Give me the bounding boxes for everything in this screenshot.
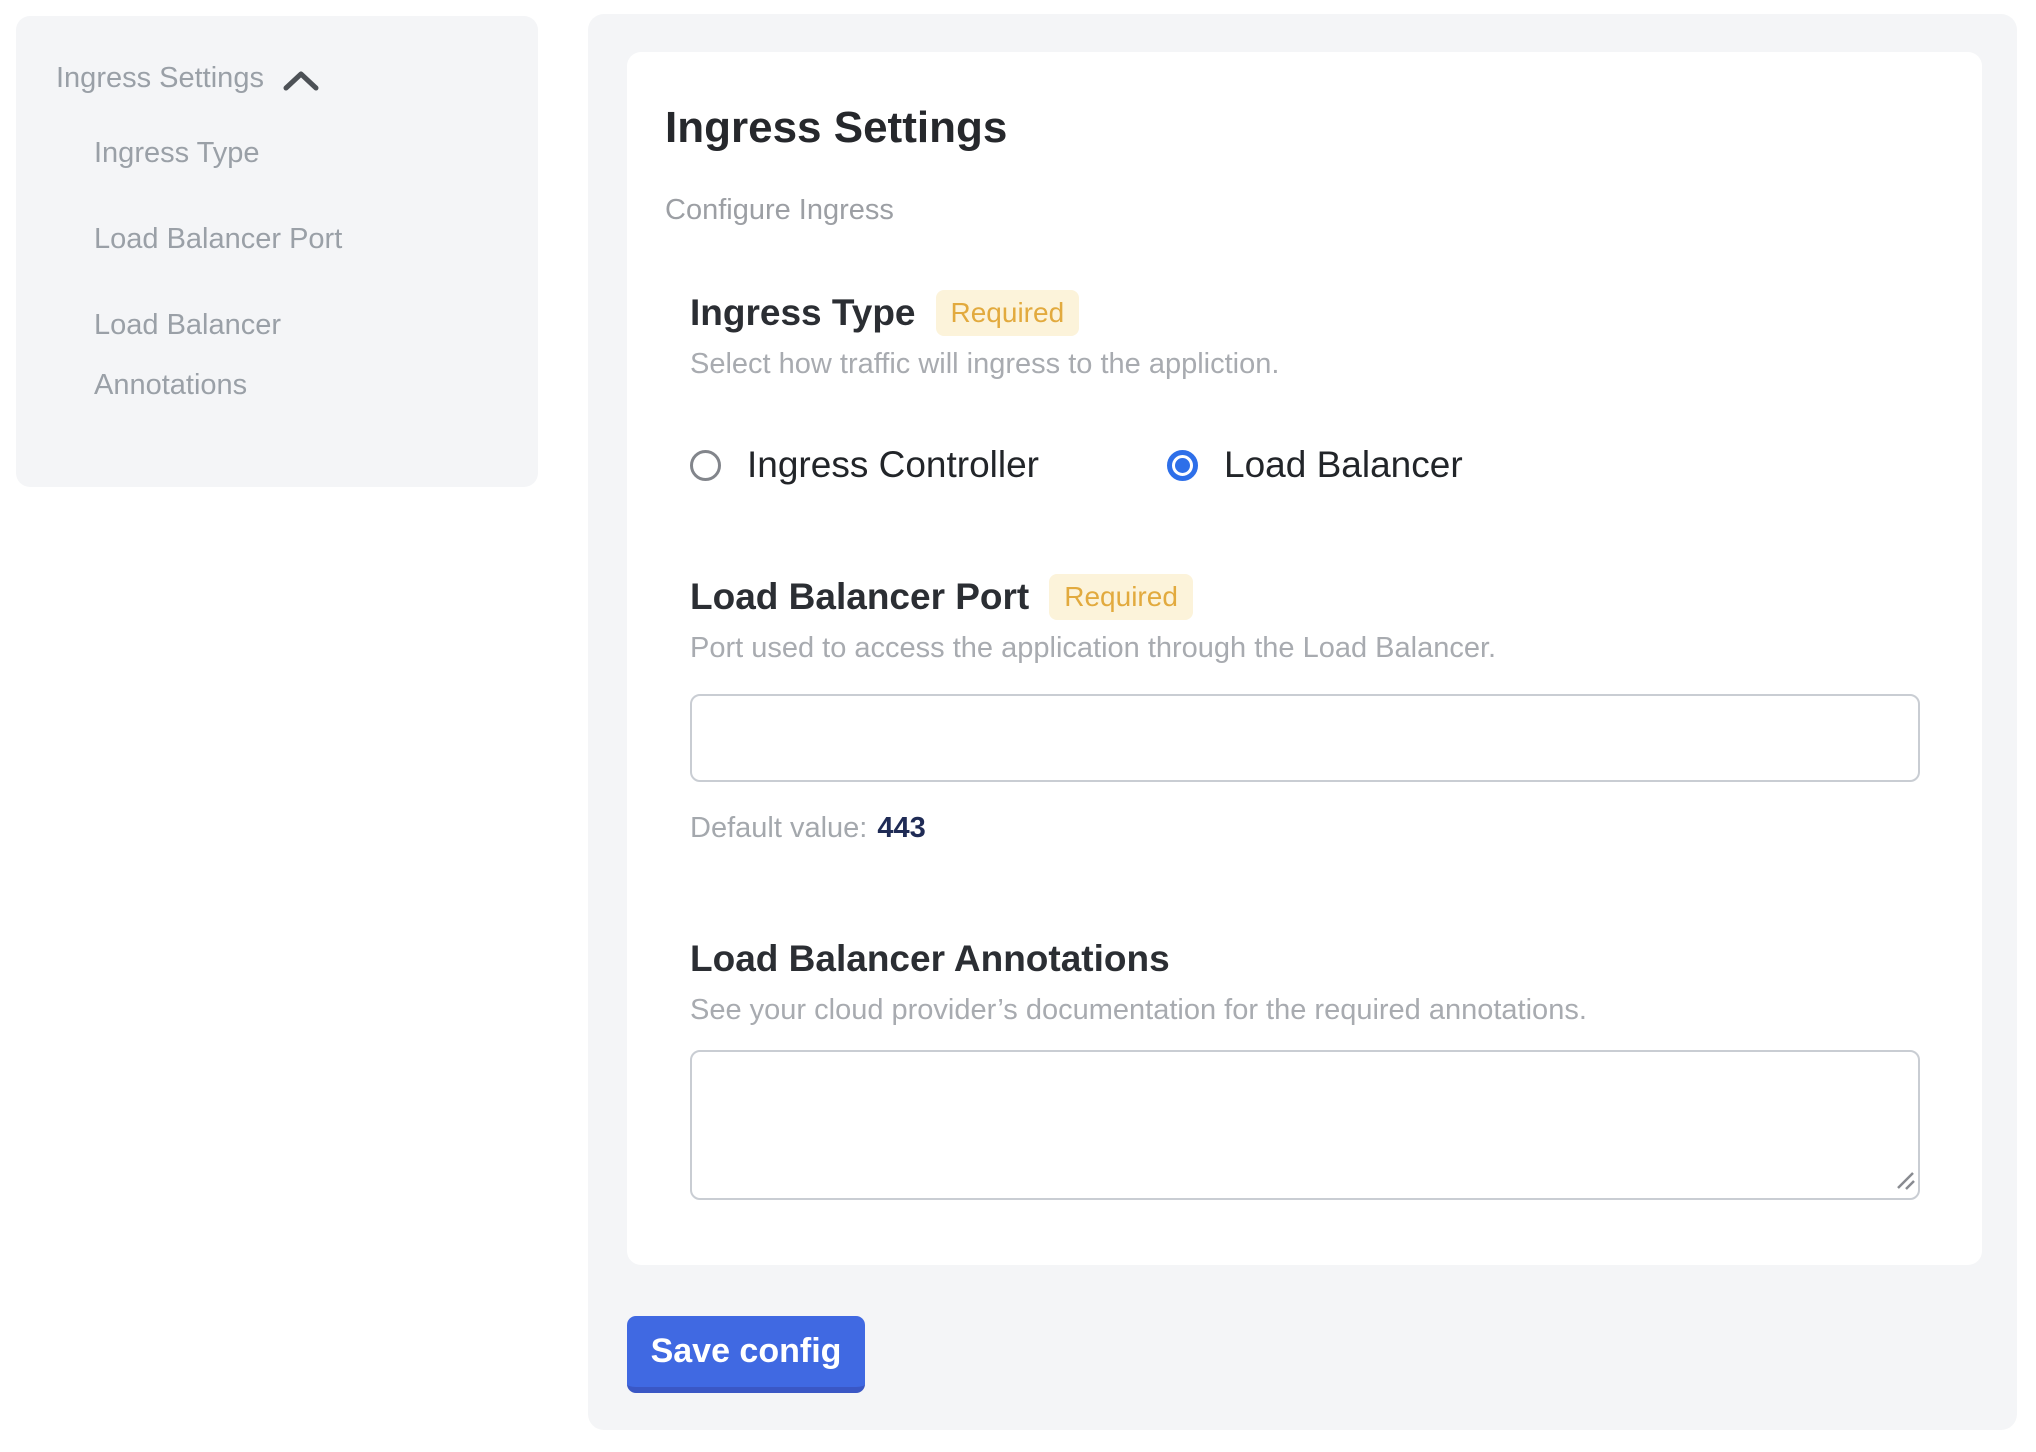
load-balancer-port-input[interactable] (690, 694, 1920, 782)
save-config-button[interactable]: Save config (627, 1316, 865, 1393)
section-load-balancer-annotations: Load Balancer Annotations See your cloud… (690, 936, 1922, 1200)
radio-unselected-icon[interactable] (690, 450, 721, 481)
required-badge: Required (936, 290, 1080, 336)
sidebar-section-ingress-settings[interactable]: Ingress Settings (56, 62, 508, 95)
lb-annotations-heading-row: Load Balancer Annotations (690, 936, 1922, 982)
load-balancer-annotations-textarea[interactable] (690, 1050, 1920, 1200)
default-value-label: Default value: (690, 812, 867, 844)
sidebar-item-load-balancer-annotations[interactable]: Load Balancer Annotations (94, 295, 424, 415)
lb-annotations-textarea-wrap (690, 1050, 1920, 1200)
radio-label-load-balancer[interactable]: Load Balancer (1224, 444, 1463, 486)
page-subtitle: Configure Ingress (665, 192, 1922, 228)
sidebar-section-label: Ingress Settings (56, 62, 264, 95)
default-value: 443 (877, 812, 925, 844)
resize-handle-icon[interactable] (1890, 1165, 1916, 1196)
lb-annotations-description: See your cloud provider’s documentation … (690, 992, 1922, 1028)
radio-dot (1175, 458, 1190, 473)
sidebar-item-list: Ingress Type Load Balancer Port Load Bal… (56, 123, 508, 415)
lb-port-heading: Load Balancer Port (690, 574, 1029, 620)
main-panel: Ingress Settings Configure Ingress Ingre… (588, 14, 2017, 1430)
section-ingress-type: Ingress Type Required Select how traffic… (690, 290, 1922, 486)
radio-option-ingress-controller[interactable]: Ingress Controller (690, 444, 1117, 486)
ingress-type-radio-group: Ingress Controller Load Balancer (690, 444, 1922, 486)
lb-annotations-heading: Load Balancer Annotations (690, 936, 1170, 982)
chevron-up-icon[interactable] (282, 65, 320, 93)
settings-sidebar: Ingress Settings Ingress Type Load Balan… (16, 16, 538, 487)
form-sections: Ingress Type Required Select how traffic… (690, 290, 1922, 1200)
radio-selected-icon[interactable] (1167, 450, 1198, 481)
lb-port-heading-row: Load Balancer Port Required (690, 574, 1922, 620)
sidebar-item-ingress-type[interactable]: Ingress Type (94, 123, 424, 183)
required-badge: Required (1049, 574, 1193, 620)
lb-port-description: Port used to access the application thro… (690, 630, 1922, 666)
default-value-row: Default value: 443 (690, 810, 1922, 846)
ingress-settings-card: Ingress Settings Configure Ingress Ingre… (627, 52, 1982, 1265)
ingress-type-heading: Ingress Type (690, 290, 916, 336)
ingress-type-heading-row: Ingress Type Required (690, 290, 1922, 336)
page-title: Ingress Settings (665, 104, 1922, 152)
radio-option-load-balancer[interactable]: Load Balancer (1167, 444, 1463, 486)
sidebar-item-load-balancer-port[interactable]: Load Balancer Port (94, 209, 424, 269)
ingress-type-description: Select how traffic will ingress to the a… (690, 346, 1922, 382)
section-load-balancer-port: Load Balancer Port Required Port used to… (690, 574, 1922, 846)
radio-label-ingress-controller[interactable]: Ingress Controller (747, 444, 1039, 486)
